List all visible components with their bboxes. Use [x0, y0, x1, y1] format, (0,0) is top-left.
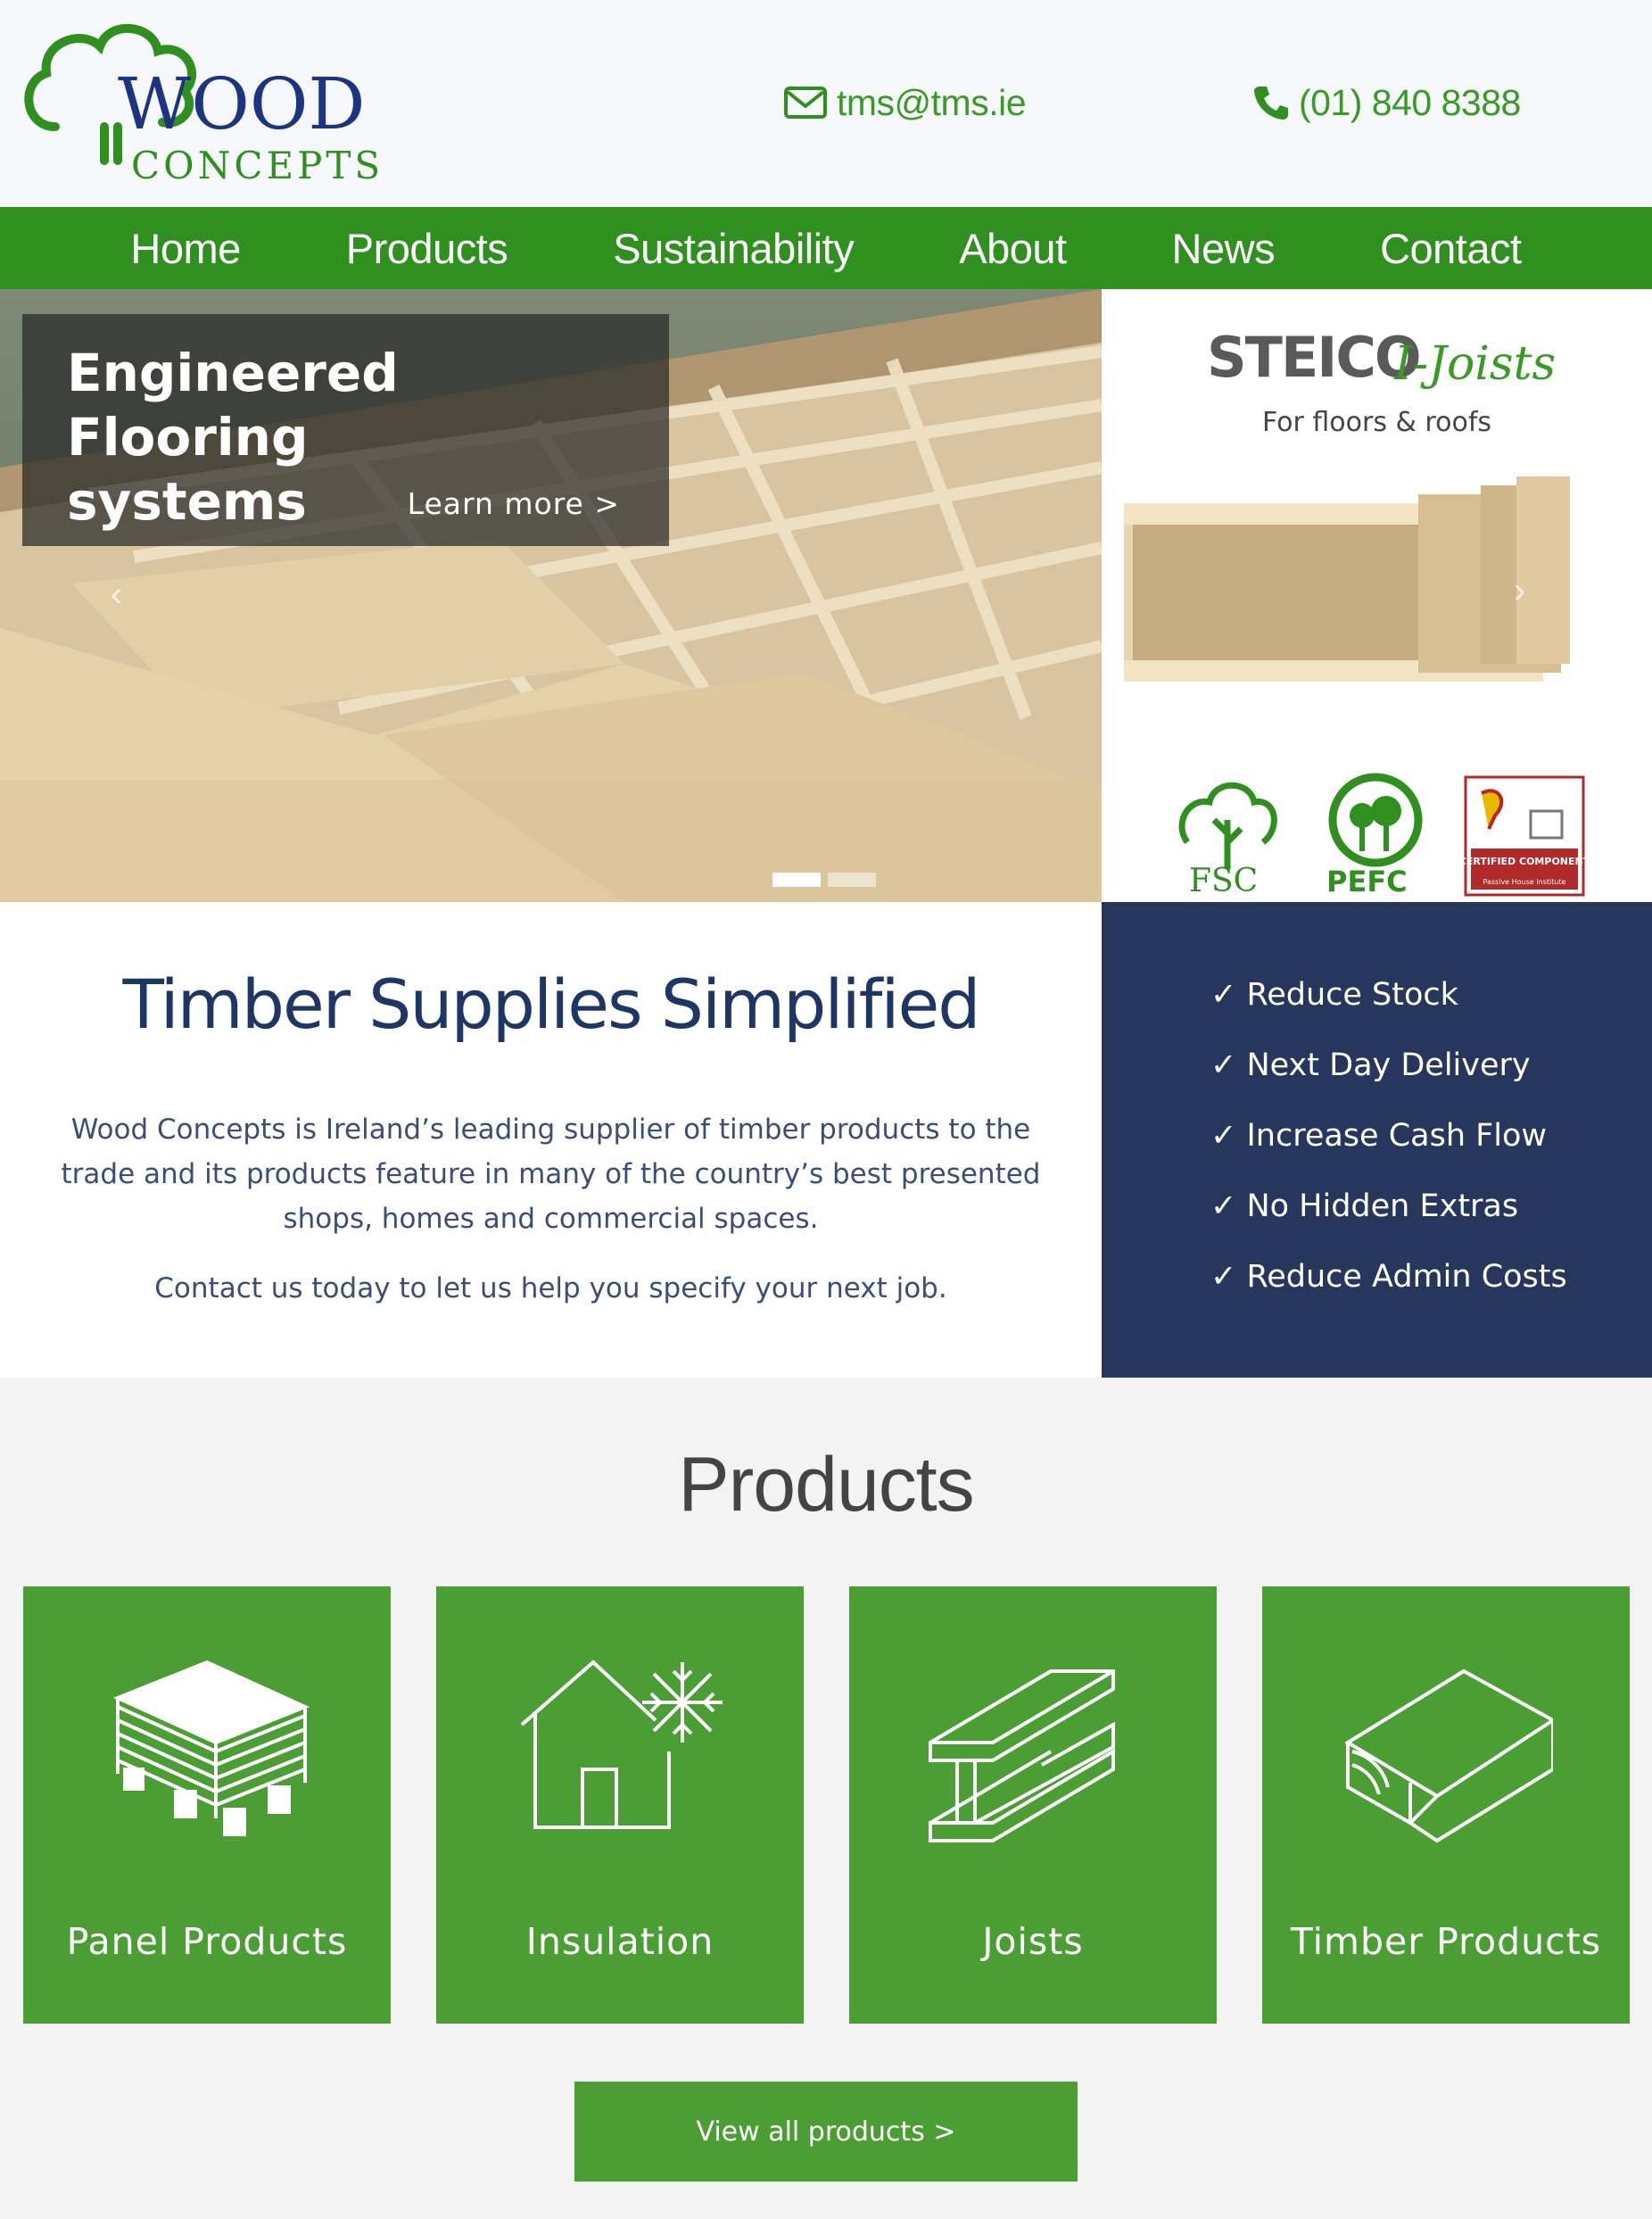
benefit-item: ✓ No Hidden Extras	[1210, 1188, 1519, 1224]
svg-text:CERTIFIED COMPONENT: CERTIFIED COMPONENT	[1464, 856, 1585, 867]
main-nav: Home Products Sustainability About News …	[0, 207, 1652, 289]
wood-concepts-logo[interactable]: WOOD CONCEPTS	[20, 20, 403, 189]
email-text[interactable]: tms@tms.ie	[837, 82, 1027, 124]
svg-text:CONCEPTS: CONCEPTS	[131, 144, 384, 187]
carousel-dot-1[interactable]	[772, 873, 821, 887]
product-card-label: Panel Products	[66, 1920, 348, 1963]
svg-text:PEFC: PEFC	[1326, 865, 1408, 896]
site-header: WOOD CONCEPTS tms@tms.ie (01) 840 8388	[0, 0, 1652, 207]
products-heading: Products	[678, 1442, 974, 1528]
product-card-panel[interactable]: Panel Products	[23, 1586, 391, 2024]
phone-icon	[1252, 84, 1290, 121]
nav-news[interactable]: News	[1119, 224, 1328, 273]
house-snowflake-icon	[520, 1660, 723, 1829]
product-card-insulation[interactable]: Insulation	[436, 1586, 804, 2024]
svg-text:FSC: FSC	[1189, 863, 1258, 896]
learn-more-link[interactable]: Learn more >	[408, 486, 620, 521]
phone-text[interactable]: (01) 840 8388	[1299, 82, 1521, 124]
product-card-label: Insulation	[525, 1920, 714, 1963]
hero-caption: Engineered Flooring systems Learn more >	[22, 314, 669, 546]
i-joists-label: I-Joists	[1394, 337, 1557, 391]
fsc-logo: FSC	[1178, 782, 1277, 896]
carousel-indicators	[772, 873, 876, 887]
i-beam-icon	[929, 1669, 1115, 1842]
benefit-item: ✓ Next Day Delivery	[1210, 1047, 1531, 1083]
promo-subtitle: For floors & roofs	[1261, 407, 1492, 438]
nav-about[interactable]: About	[906, 224, 1119, 273]
envelope-icon	[783, 85, 828, 120]
carousel-prev-icon[interactable]: ‹	[111, 575, 122, 615]
intro-section: Timber Supplies Simplified Wood Concepts…	[0, 902, 1102, 1378]
svg-text:WOOD: WOOD	[118, 62, 366, 145]
pefc-logo: PEFC	[1326, 773, 1423, 896]
svg-text:Passive House Institute: Passive House Institute	[1483, 878, 1566, 886]
benefits-panel: ✓ Reduce Stock ✓ Next Day Delivery ✓ Inc…	[1102, 902, 1652, 1378]
benefit-item: ✓ Increase Cash Flow	[1210, 1118, 1548, 1154]
benefit-item: ✓ Reduce Admin Costs	[1210, 1259, 1567, 1295]
carousel-next-icon[interactable]: ›	[1514, 571, 1525, 611]
product-card-label: Joists	[982, 1920, 1084, 1963]
timber-block-icon	[1344, 1668, 1553, 1843]
steico-promo[interactable]: STEICO I-Joists For floors & roofs › FSC…	[1102, 289, 1652, 902]
panel-stack-icon	[112, 1660, 310, 1836]
product-card-joists[interactable]: Joists	[849, 1586, 1217, 2024]
product-card-label: Timber Products	[1290, 1920, 1602, 1963]
nav-contact[interactable]: Contact	[1327, 224, 1574, 273]
intro-title: Timber Supplies Simplified	[122, 965, 980, 1044]
view-all-products-button[interactable]: View all products >	[574, 2082, 1078, 2182]
intro-cta-text: Contact us today to let us help you spec…	[154, 1272, 947, 1304]
i-joist-image	[1124, 476, 1570, 682]
nav-home[interactable]: Home	[78, 224, 293, 273]
carousel-dot-2[interactable]	[828, 873, 876, 887]
nav-products[interactable]: Products	[293, 224, 560, 273]
phone-link[interactable]: (01) 840 8388	[1252, 80, 1521, 125]
product-card-timber[interactable]: Timber Products	[1262, 1586, 1630, 2024]
email-link[interactable]: tms@tms.ie	[783, 80, 1027, 125]
benefit-item: ✓ Reduce Stock	[1210, 977, 1458, 1013]
intro-paragraph: Wood Concepts is Ireland’s leading suppl…	[61, 1114, 1041, 1235]
nav-sustainability[interactable]: Sustainability	[560, 224, 906, 273]
steico-brand: STEICO	[1207, 325, 1422, 390]
passive-house-logo: CERTIFIED COMPONENT Passive House Instit…	[1464, 775, 1585, 897]
hero-carousel: Engineered Flooring systems Learn more > …	[0, 289, 1102, 902]
